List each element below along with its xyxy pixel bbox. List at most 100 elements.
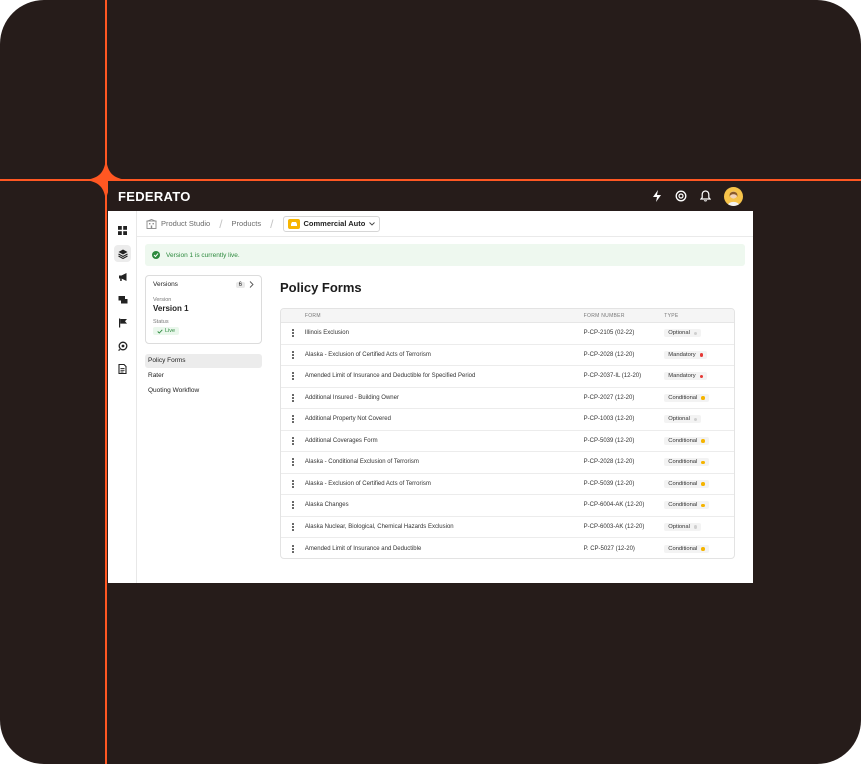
- row-type-cell: Conditional: [664, 501, 734, 510]
- row-form-name: Alaska - Exclusion of Certified Acts of …: [304, 480, 431, 487]
- row-form-number: P-CP-2028 (12-20): [583, 459, 635, 466]
- showcase-frame: FEDERATO Product Studio / Products / Com…: [0, 0, 861, 764]
- type-badge-label: Optional: [668, 416, 690, 423]
- rail-announcements[interactable]: [114, 268, 131, 285]
- grid-icon: [118, 226, 127, 235]
- type-status-dot: [701, 503, 705, 507]
- rail-flags[interactable]: [114, 314, 131, 331]
- row-menu-button[interactable]: [281, 522, 305, 531]
- crumb-products[interactable]: Products: [232, 219, 262, 228]
- table-body: Illinois Exclusion P-CP-2105 (02-22) Optio…: [281, 323, 734, 558]
- brand-logo[interactable]: FEDERATO: [118, 189, 191, 204]
- lightning-icon[interactable]: [652, 190, 662, 202]
- table-row[interactable]: Alaska - Conditional Exclusion of Terror…: [281, 452, 734, 474]
- nav-item-policy-forms[interactable]: Policy Forms: [145, 354, 262, 368]
- radar-icon: [117, 341, 127, 351]
- row-menu-button[interactable]: [281, 458, 305, 467]
- row-form-name: Amended Limit of Insurance and Deductibl…: [304, 545, 422, 552]
- table-row[interactable]: Additional Coverages Form P-CP-5039 (12-2…: [281, 431, 734, 452]
- row-type-cell: Conditional: [664, 436, 734, 445]
- row-form-number: P. CP-5027 (12-20): [583, 545, 635, 552]
- type-badge-label: Conditional: [668, 480, 698, 487]
- user-avatar[interactable]: [724, 186, 743, 206]
- rail-dashboard[interactable]: [114, 222, 131, 239]
- row-type-cell: Optional: [664, 329, 734, 338]
- row-type-cell: Mandatory: [664, 372, 734, 381]
- rail-messages[interactable]: [114, 291, 131, 308]
- help-icon[interactable]: [675, 190, 687, 202]
- row-menu-button[interactable]: [281, 501, 305, 510]
- row-form-name: Illinois Exclusion: [304, 330, 349, 337]
- kebab-icon: [292, 458, 294, 467]
- row-menu-button[interactable]: [281, 393, 305, 402]
- table-row[interactable]: Alaska - Exclusion of Certified Acts of …: [281, 345, 734, 366]
- crumb-product-studio[interactable]: Product Studio: [146, 218, 210, 229]
- rail-product-studio[interactable]: [114, 245, 131, 262]
- type-badge: Conditional: [664, 458, 709, 467]
- breadcrumb-separator: /: [270, 216, 274, 231]
- row-menu-button[interactable]: [281, 544, 305, 553]
- table-row[interactable]: Alaska - Exclusion of Certified Acts of …: [281, 474, 734, 495]
- table-row[interactable]: Additional Property Not Covered P-CP-1003…: [281, 409, 734, 431]
- page-title: Policy Forms: [280, 280, 362, 295]
- banner-text: Version 1 is currently live.: [166, 251, 240, 259]
- table-row[interactable]: Amended Limit of Insurance and Deductibl…: [281, 366, 734, 388]
- product-selector[interactable]: Commercial Auto: [282, 215, 381, 232]
- header-form[interactable]: FORM: [305, 313, 584, 319]
- type-status-dot: [701, 547, 705, 551]
- chat-icon: [118, 295, 127, 303]
- type-status-dot: [693, 525, 698, 529]
- type-status-dot: [701, 482, 705, 486]
- type-badge: Mandatory: [664, 350, 708, 359]
- row-type-cell: Conditional: [664, 479, 734, 488]
- type-badge-label: Conditional: [668, 502, 698, 509]
- row-menu-button[interactable]: [281, 479, 305, 488]
- table-row[interactable]: Alaska Nuclear, Biological, Chemical Haz…: [281, 517, 734, 538]
- table-row[interactable]: Alaska Changes P-CP-6004-AK (12-20) Condit…: [281, 495, 734, 517]
- check-icon: [157, 328, 163, 334]
- type-badge-label: Conditional: [668, 437, 698, 444]
- row-menu-button[interactable]: [281, 350, 305, 359]
- row-menu-button[interactable]: [281, 436, 305, 445]
- kebab-icon: [292, 479, 294, 488]
- table-row[interactable]: Amended Limit of Insurance and Deductibl…: [281, 538, 734, 558]
- versions-card[interactable]: Versions 6 Version Version 1 Status Live: [145, 275, 262, 344]
- row-menu-button[interactable]: [281, 372, 305, 381]
- row-type-cell: Mandatory: [664, 350, 734, 359]
- row-type-cell: Optional: [664, 522, 734, 531]
- type-badge-label: Mandatory: [668, 373, 696, 380]
- rail-search[interactable]: [114, 337, 131, 354]
- megaphone-icon: [118, 272, 126, 281]
- row-form-number: P-CP-6004-AK (12-20): [583, 502, 645, 509]
- table-row[interactable]: Illinois Exclusion P-CP-2105 (02-22) Optio…: [281, 323, 734, 345]
- header-form-number[interactable]: FORM NUMBER: [584, 313, 665, 319]
- header-type[interactable]: TYPE: [664, 313, 734, 319]
- type-badge-label: Mandatory: [668, 351, 696, 358]
- status-badge: Live: [153, 327, 180, 335]
- type-badge: Optional: [664, 522, 702, 531]
- car-icon: [287, 218, 300, 229]
- type-status-dot: [701, 396, 705, 400]
- kebab-icon: [292, 544, 294, 553]
- top-bar: FEDERATO: [108, 181, 753, 211]
- type-badge: Conditional: [664, 501, 709, 510]
- nav-item-quoting-workflow[interactable]: Quoting Workflow: [145, 384, 262, 398]
- kebab-icon: [292, 329, 294, 338]
- top-bar-actions: [652, 186, 743, 206]
- row-type-cell: Conditional: [664, 458, 734, 467]
- nav-item-rater[interactable]: Rater: [145, 369, 262, 383]
- row-form-number: P-CP-5039 (12-20): [583, 437, 635, 444]
- row-form-name: Additional Property Not Covered: [304, 416, 391, 423]
- bell-icon[interactable]: [700, 190, 711, 202]
- chevron-right-icon[interactable]: [249, 281, 254, 288]
- table-row[interactable]: Additional Insured - Building Owner P-CP-…: [281, 388, 734, 409]
- type-badge: Conditional: [664, 393, 709, 402]
- row-menu-button[interactable]: [281, 329, 305, 338]
- section-nav: Policy Forms Rater Quoting Workflow: [145, 354, 262, 399]
- rail-documents[interactable]: [114, 360, 131, 377]
- type-badge: Optional: [664, 329, 702, 338]
- live-status-banner: Version 1 is currently live.: [145, 244, 745, 266]
- row-type-cell: Conditional: [664, 393, 734, 402]
- row-menu-button[interactable]: [281, 415, 305, 424]
- row-form-name: Amended Limit of Insurance and Deductibl…: [304, 373, 476, 380]
